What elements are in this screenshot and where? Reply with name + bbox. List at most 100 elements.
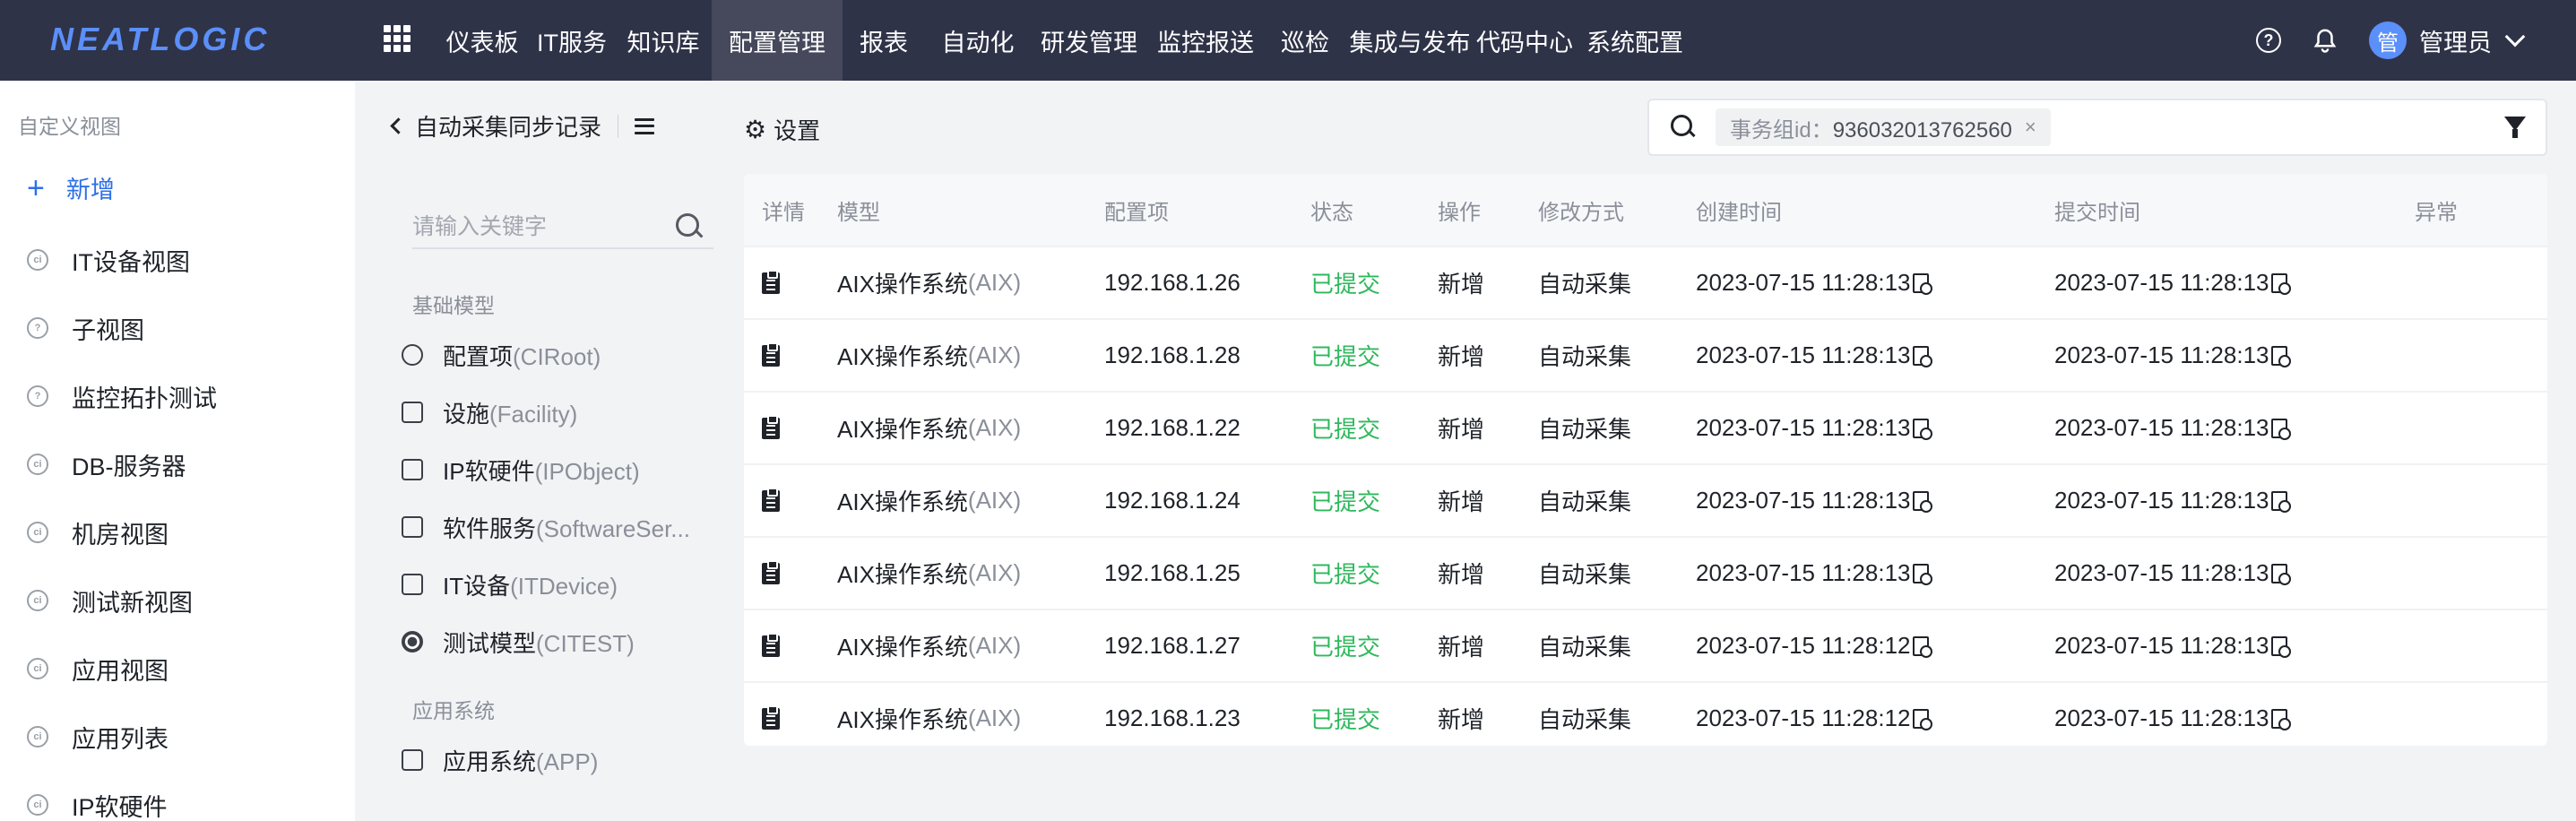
time-detail-icon[interactable] (2270, 272, 2291, 295)
filter-bar[interactable]: 事务组id：936032013762560 × (1647, 99, 2547, 156)
time-detail-icon[interactable] (2270, 708, 2291, 730)
nav-item[interactable]: 巡检 (1264, 0, 1346, 81)
app-grid-icon[interactable] (384, 25, 411, 52)
time-detail-icon[interactable] (1912, 272, 1932, 295)
sidebar-item[interactable]: ci 应用视图 (27, 635, 217, 703)
model-item[interactable]: IP软硬件(IPObject) (402, 441, 690, 498)
table-row: AIX操作系统 (AIX) 192.168.1.27 已提交 新增 自动采集 2023-07… (744, 609, 2547, 681)
model-item[interactable]: 软件服务(SoftwareSer... (402, 498, 690, 556)
submitted-time-cell: 2023-07-15 11:28:13 (2054, 704, 2415, 732)
nav-item[interactable]: 知识库 (615, 0, 712, 81)
sidebar-item[interactable]: ci 机房视图 (27, 498, 217, 566)
sidebar-item[interactable]: ci IP软硬件 (27, 771, 217, 821)
basic-model-list: 配置项(CIRoot) 设施(Facility) IP软硬件(IPObject) 软件… (402, 326, 690, 670)
model-name: AIX操作系统 (837, 416, 968, 443)
model-name: 测试模型 (443, 629, 537, 657)
ci-cell[interactable]: 192.168.1.24 (1104, 487, 1310, 514)
time-detail-icon[interactable] (2270, 635, 2291, 658)
user-menu[interactable]: 管 管理员 (2369, 22, 2526, 59)
nav-item[interactable]: 研发管理 (1031, 0, 1147, 81)
search-icon[interactable] (676, 213, 703, 240)
ci-cell[interactable]: 192.168.1.22 (1104, 414, 1310, 442)
table-body: AIX操作系统 (AIX) 192.168.1.26 已提交 新增 自动采集 2023-07… (744, 246, 2547, 754)
model-search-input[interactable] (412, 213, 654, 240)
help-icon: ? (27, 317, 48, 339)
time-detail-icon[interactable] (1912, 635, 1932, 658)
ci-cell[interactable]: 192.168.1.27 (1104, 632, 1310, 660)
detail-icon[interactable] (762, 487, 780, 512)
model-item[interactable]: IT设备(ITDevice) (402, 556, 690, 613)
sidebar-item[interactable]: ci 测试新视图 (27, 566, 217, 635)
nav-item[interactable]: IT服务 (529, 0, 615, 81)
model-code: (SoftwareSer... (536, 514, 690, 542)
time-detail-icon[interactable] (2270, 345, 2291, 367)
model-name: 应用系统 (443, 748, 537, 775)
model-item[interactable]: 配置项(CIRoot) (402, 326, 690, 384)
ci-cell[interactable]: 192.168.1.26 (1104, 269, 1310, 297)
ci-cell[interactable]: 192.168.1.28 (1104, 341, 1310, 369)
submitted-time-cell: 2023-07-15 11:28:13 (2054, 632, 2415, 660)
submitted-time: 2023-07-15 11:28:13 (2054, 704, 2269, 731)
group-title-app: 应用系统 (412, 699, 495, 722)
model-item[interactable]: 设施(Facility) (402, 384, 690, 441)
sidebar-item[interactable]: ci IT设备视图 (27, 226, 217, 294)
detail-icon[interactable] (762, 341, 780, 367)
time-detail-icon[interactable] (1912, 563, 1932, 585)
top-navigation-bar: NEATLOGIC 仪表板 IT服务 知识库 配置管理 报表 自动化 研发管理 监控报送 巡检集… (0, 0, 2576, 81)
submitted-time: 2023-07-15 11:28:13 (2054, 559, 2269, 586)
model-item-text: 应用系统(APP) (443, 744, 598, 777)
time-detail-icon[interactable] (2270, 418, 2291, 440)
sidebar-item[interactable]: ? 监控拓扑测试 (27, 362, 217, 430)
submitted-time-cell: 2023-07-15 11:28:13 (2054, 341, 2415, 369)
sidebar-item[interactable]: ci 应用列表 (27, 703, 217, 771)
action-cell: 新增 (1438, 488, 1485, 515)
submitted-time-cell: 2023-07-15 11:28:13 (2054, 487, 2415, 514)
app-logo[interactable]: NEATLOGIC (50, 20, 270, 59)
nav-item[interactable]: 仪表板 (436, 0, 529, 81)
model-item[interactable]: 应用系统(APP) (402, 731, 598, 789)
back-chevron-icon[interactable] (390, 117, 407, 134)
sidebar-item-label: 测试新视图 (72, 589, 193, 617)
model-item-text: 软件服务(SoftwareSer... (443, 511, 690, 544)
help-icon[interactable]: ? (2256, 28, 2281, 53)
add-view-button[interactable]: + 新增 (27, 170, 115, 205)
settings-button[interactable]: ⚙ 设置 (744, 113, 820, 146)
detail-icon[interactable] (762, 704, 780, 730)
model-item-text: 测试模型(CITEST) (443, 626, 635, 659)
submitted-time: 2023-07-15 11:28:13 (2054, 487, 2269, 514)
time-detail-icon[interactable] (1912, 708, 1932, 730)
time-detail-icon[interactable] (2270, 490, 2291, 513)
nav-item[interactable]: 集成与发布 (1346, 0, 1474, 81)
time-detail-icon[interactable] (1912, 345, 1932, 367)
nav-item[interactable]: 代码中心 (1474, 0, 1576, 81)
ci-cell[interactable]: 192.168.1.25 (1104, 559, 1310, 587)
search-icon[interactable] (1671, 115, 1696, 140)
sidebar-item[interactable]: ? 子视图 (27, 294, 217, 362)
method-cell: 自动采集 (1538, 488, 1632, 515)
sidebar-item-label: DB-服务器 (72, 453, 186, 480)
time-detail-icon[interactable] (2270, 563, 2291, 585)
nav-item[interactable]: 监控报送 (1147, 0, 1264, 81)
time-detail-icon[interactable] (1912, 490, 1932, 513)
menu-icon[interactable] (635, 117, 655, 134)
model-item[interactable]: 测试模型(CITEST) (402, 613, 690, 670)
sidebar-item[interactable]: ci DB-服务器 (27, 430, 217, 498)
detail-icon[interactable] (762, 269, 780, 294)
detail-icon[interactable] (762, 559, 780, 584)
column-header: 状态 (1310, 200, 1353, 225)
nav-item[interactable]: 自动化 (925, 0, 1031, 81)
nav-item[interactable]: 系统配置 (1576, 0, 1694, 81)
model-name: IT设备 (443, 572, 511, 600)
action-cell: 新增 (1438, 271, 1485, 298)
time-detail-icon[interactable] (1912, 418, 1932, 440)
it-device-icon (402, 574, 423, 595)
detail-icon[interactable] (762, 632, 780, 657)
bell-icon[interactable] (2312, 27, 2338, 54)
detail-icon[interactable] (762, 414, 780, 439)
nav-item[interactable]: 报表 (843, 0, 925, 81)
ci-cell[interactable]: 192.168.1.23 (1104, 704, 1310, 732)
filter-icon[interactable] (2504, 117, 2526, 138)
model-name: IP软硬件 (443, 457, 535, 485)
nav-item[interactable]: 配置管理 (712, 0, 843, 81)
close-icon[interactable]: × (2025, 116, 2036, 139)
